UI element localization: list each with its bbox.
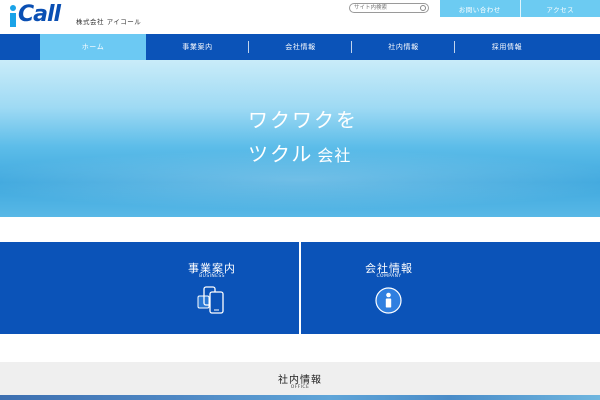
hero-tagline-main: ツクル — [248, 142, 314, 166]
site-search[interactable] — [349, 3, 429, 13]
nav-office[interactable]: 社内情報 — [352, 34, 455, 60]
nav-home[interactable]: ホーム — [40, 34, 146, 60]
office-image-strip — [0, 395, 600, 400]
logo-stem — [10, 13, 16, 27]
panel-company-subtitle: COMPANY — [376, 274, 402, 279]
panel-business-subtitle: BUSINESS — [199, 274, 225, 279]
top-link-contact[interactable]: お問い合わせ — [440, 0, 520, 17]
company-logo[interactable]: Call 株式会社 アイコール — [9, 2, 142, 28]
logo-dot — [10, 5, 16, 11]
nav-business[interactable]: 事業案内 — [146, 34, 249, 60]
top-link-access[interactable]: アクセス — [519, 0, 600, 17]
hero-tagline-small: 会社 — [317, 146, 352, 165]
hero-tagline-line2: ツクル 会社 — [248, 138, 351, 167]
top-utility-links: お問い合わせ アクセス — [440, 0, 600, 17]
info-icon — [375, 287, 402, 314]
search-input[interactable] — [354, 4, 418, 12]
main-nav: ホーム 事業案内 会社情報 社内情報 採用情報 — [0, 34, 600, 60]
office-title: 社内情報 — [278, 375, 322, 386]
site-header: Call 株式会社 アイコール お問い合わせ アクセス — [0, 0, 600, 34]
search-icon[interactable] — [420, 5, 426, 11]
company-name: 株式会社 アイコール — [76, 18, 142, 26]
hero-tagline-line1: ワクワクを — [248, 108, 358, 132]
logo-wordmark: Call — [18, 2, 61, 27]
panel-company[interactable]: 会社情報 COMPANY — [301, 242, 600, 334]
logo-mark: Call — [9, 2, 65, 28]
hero-banner: ワクワクを ツクル 会社 — [0, 60, 600, 217]
panel-business[interactable]: 事業案内 BUSINESS — [0, 242, 299, 334]
nav-company[interactable]: 会社情報 — [249, 34, 352, 60]
mobile-devices-icon — [197, 286, 224, 314]
office-subtitle: OFFICE — [290, 385, 310, 390]
nav-recruit[interactable]: 採用情報 — [455, 34, 559, 60]
